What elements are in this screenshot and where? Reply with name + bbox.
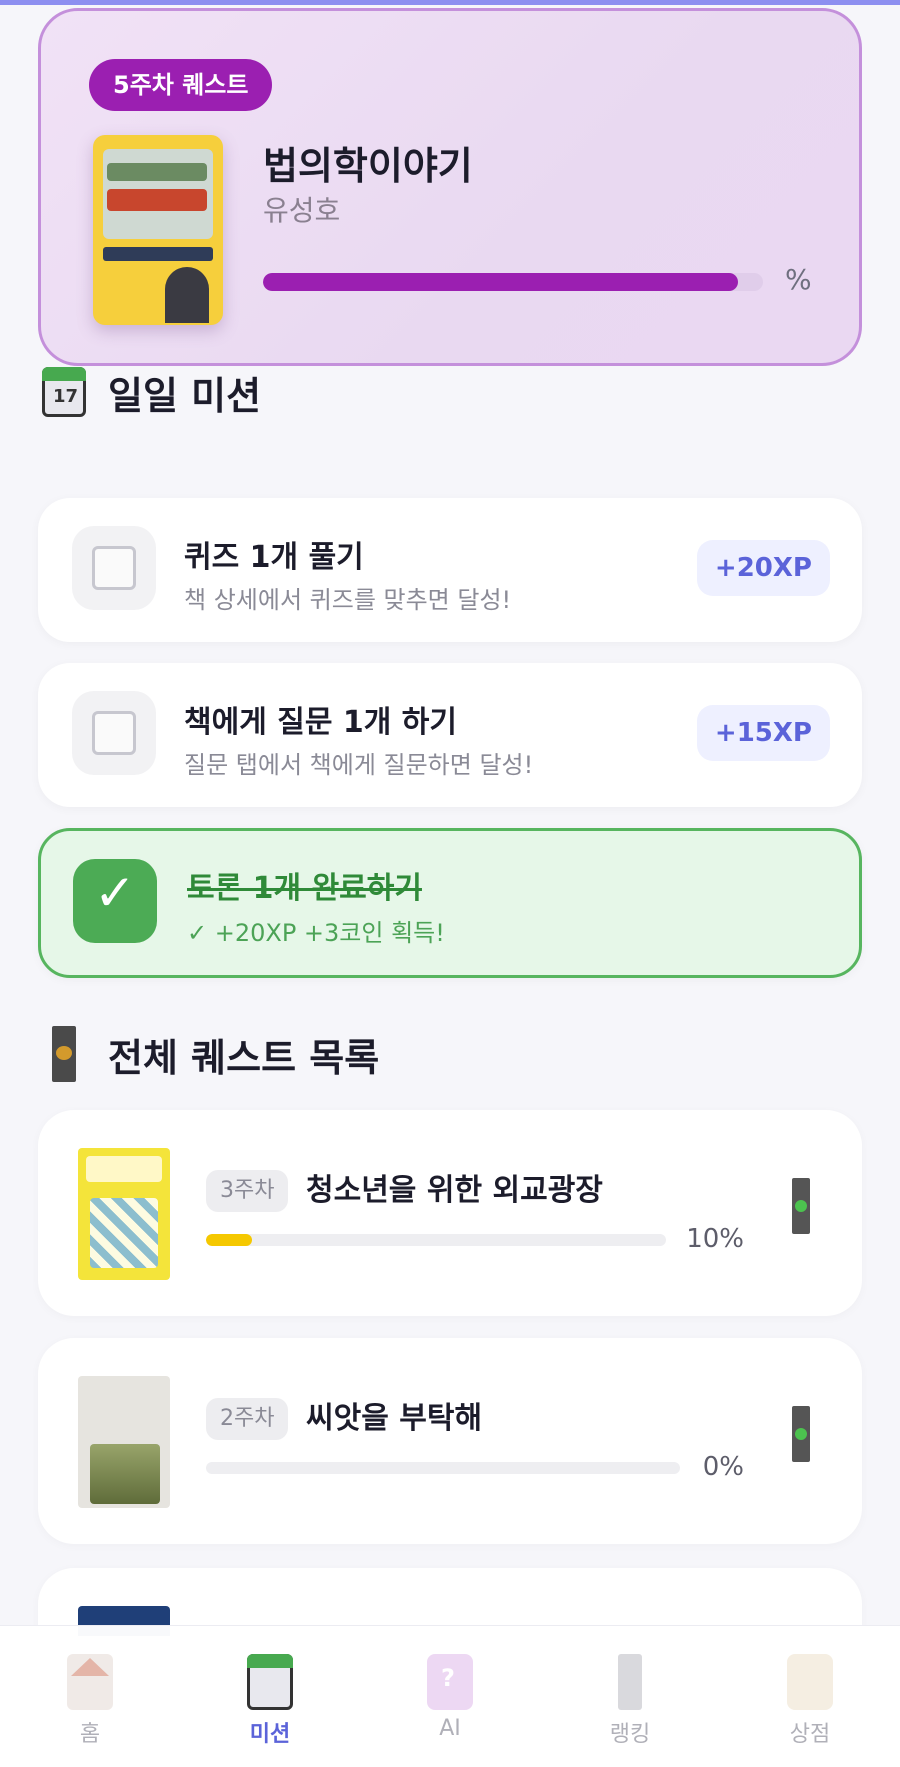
mission-card-quiz[interactable]: 퀴즈 1개 풀기 책 상세에서 퀴즈를 맞추면 달성! +20XP (38, 498, 862, 642)
daily-mission-header: 일일 미션 (40, 364, 261, 420)
nav-shop[interactable]: 상점 (750, 1654, 870, 1748)
mission-card-question[interactable]: 책에게 질문 1개 하기 질문 탭에서 책에게 질문하면 달성! +15XP (38, 663, 862, 807)
section-title: 전체 퀘스트 목록 (108, 1035, 380, 1080)
check-mark-icon: ✓ (73, 859, 157, 943)
quest-title: 씨앗을 부탁해 (306, 1401, 483, 1436)
mission-reward: ✓ +20XP +3코인 획득! (187, 919, 445, 947)
trophy-icon (618, 1654, 642, 1710)
nav-home[interactable]: 홈 (30, 1654, 150, 1748)
quest-title: 청소년을 위한 외교광장 (306, 1173, 603, 1208)
mission-title: 책에게 질문 1개 하기 (184, 705, 458, 740)
ai-chat-icon (427, 1654, 473, 1710)
quest-progress-bar (263, 273, 763, 291)
home-icon (67, 1654, 113, 1710)
calendar-icon (40, 364, 88, 420)
nav-label: 상점 (789, 1722, 831, 1747)
quest-progress-fill (206, 1234, 252, 1246)
book-author: 유성호 (263, 194, 341, 227)
week-badge: 2주차 (206, 1398, 289, 1440)
mission-checkbox[interactable] (72, 526, 156, 610)
week-badge: 3주차 (206, 1170, 289, 1212)
open-door-icon[interactable] (792, 1178, 810, 1234)
nav-ranking[interactable]: 랭킹 (570, 1654, 690, 1748)
quest-progress-bar (206, 1234, 666, 1246)
mission-title: 퀴즈 1개 풀기 (184, 540, 364, 575)
door-icon (40, 1026, 88, 1082)
nav-label: 홈 (79, 1722, 101, 1747)
quest-item[interactable]: 3주차 청소년을 위한 외교광장 10% (38, 1110, 862, 1316)
nav-label: 미션 (249, 1722, 291, 1747)
shop-icon (787, 1654, 833, 1710)
xp-badge: +15XP (696, 705, 830, 761)
nav-ai[interactable]: AI (390, 1654, 510, 1741)
quest-percent: 10% (686, 1224, 744, 1254)
book-cover (93, 135, 223, 325)
top-accent-line (0, 0, 900, 5)
book-title: 법의학이야기 (263, 144, 473, 188)
nav-label: AI (439, 1716, 461, 1741)
quest-item[interactable]: 2주차 씨앗을 부탁해 0% (38, 1338, 862, 1544)
open-door-icon[interactable] (792, 1406, 810, 1462)
all-quests-header: 전체 퀘스트 목록 (40, 1026, 379, 1082)
quest-progress-bar (206, 1462, 680, 1474)
mission-description: 질문 탭에서 책에게 질문하면 달성! (184, 751, 534, 779)
quest-progress-label: % (785, 263, 812, 296)
week-badge: 5주차 퀘스트 (89, 59, 273, 111)
nav-mission[interactable]: 미션 (210, 1654, 330, 1748)
mission-title: 토론 1개 완료하기 (187, 871, 422, 906)
calendar-icon (247, 1654, 293, 1710)
nav-label: 랭킹 (609, 1722, 651, 1747)
book-cover (78, 1148, 170, 1280)
mission-description: 책 상세에서 퀴즈를 맞추면 달성! (184, 586, 512, 614)
xp-badge: +20XP (696, 540, 830, 596)
quest-percent: 0% (702, 1452, 744, 1482)
book-cover (78, 1376, 170, 1508)
bottom-navigation: 홈 미션 AI 랭킹 상점 (0, 1625, 900, 1767)
mission-card-debate[interactable]: ✓ 토론 1개 완료하기 ✓ +20XP +3코인 획득! (38, 828, 862, 978)
section-title: 일일 미션 (108, 373, 262, 418)
current-quest-card[interactable]: 5주차 퀘스트 법의학이야기 유성호 % (38, 8, 862, 366)
mission-checkbox[interactable] (72, 691, 156, 775)
quest-progress-fill (263, 273, 738, 291)
